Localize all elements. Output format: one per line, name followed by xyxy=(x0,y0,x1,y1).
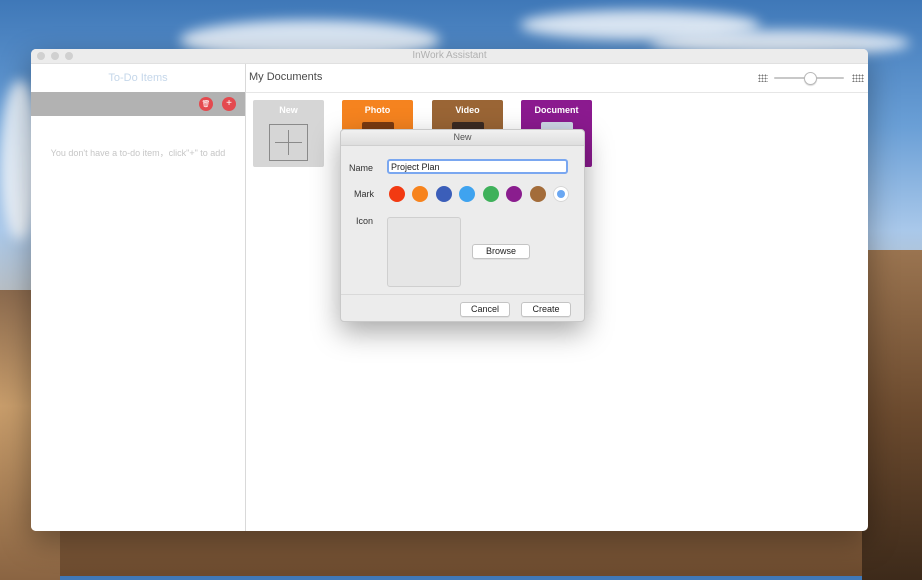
mark-orange-swatch[interactable] xyxy=(412,186,428,202)
mark-blue-swatch[interactable] xyxy=(436,186,452,202)
tile-document-label: Document xyxy=(534,105,579,115)
todo-sidebar: To-Do Items 🗑 + You don't have a to-do i… xyxy=(31,64,246,531)
tile-new[interactable]: New xyxy=(253,100,324,167)
tile-photo-label: Photo xyxy=(364,105,391,115)
mark-label: Mark xyxy=(354,189,374,199)
documents-header: My Documents xyxy=(246,64,868,93)
todo-title: To-Do Items xyxy=(108,72,168,84)
window-title: InWork Assistant xyxy=(412,50,487,61)
dialog-title: New xyxy=(341,130,584,146)
tile-video-label: Video xyxy=(455,105,480,115)
plus-icon: + xyxy=(226,98,232,109)
large-grid-icon[interactable] xyxy=(852,74,864,82)
title-bar: InWork Assistant xyxy=(31,49,868,64)
delete-todo-button[interactable]: 🗑 xyxy=(199,97,213,111)
todo-empty-message: You don't have a to-do item，click"+" to … xyxy=(50,148,226,158)
tile-new-label: New xyxy=(279,105,298,115)
dialog-separator xyxy=(341,294,584,295)
new-document-dialog: New Name Mark Icon Browse Cancel Create xyxy=(340,129,585,322)
mark-selected-swatch[interactable] xyxy=(553,186,569,202)
icon-preview-well[interactable] xyxy=(387,217,461,287)
name-label: Name xyxy=(349,163,374,173)
trash-icon: 🗑 xyxy=(201,101,211,108)
mark-lightblue-swatch[interactable] xyxy=(459,186,475,202)
name-field[interactable] xyxy=(387,159,568,174)
mark-purple-swatch[interactable] xyxy=(506,186,522,202)
mark-red-swatch[interactable] xyxy=(389,186,405,202)
small-grid-icon[interactable] xyxy=(758,74,768,82)
cancel-button[interactable]: Cancel xyxy=(460,302,510,317)
todo-toolbar: 🗑 + xyxy=(31,92,245,116)
plus-icon xyxy=(269,124,308,161)
mark-brown-swatch[interactable] xyxy=(530,186,546,202)
documents-title: My Documents xyxy=(249,71,323,83)
browse-button[interactable]: Browse xyxy=(472,244,530,259)
add-todo-button[interactable]: + xyxy=(222,97,236,111)
mark-green-swatch[interactable] xyxy=(483,186,499,202)
zoom-slider-knob[interactable] xyxy=(804,72,817,85)
create-button[interactable]: Create xyxy=(521,302,571,317)
icon-label: Icon xyxy=(356,216,374,226)
